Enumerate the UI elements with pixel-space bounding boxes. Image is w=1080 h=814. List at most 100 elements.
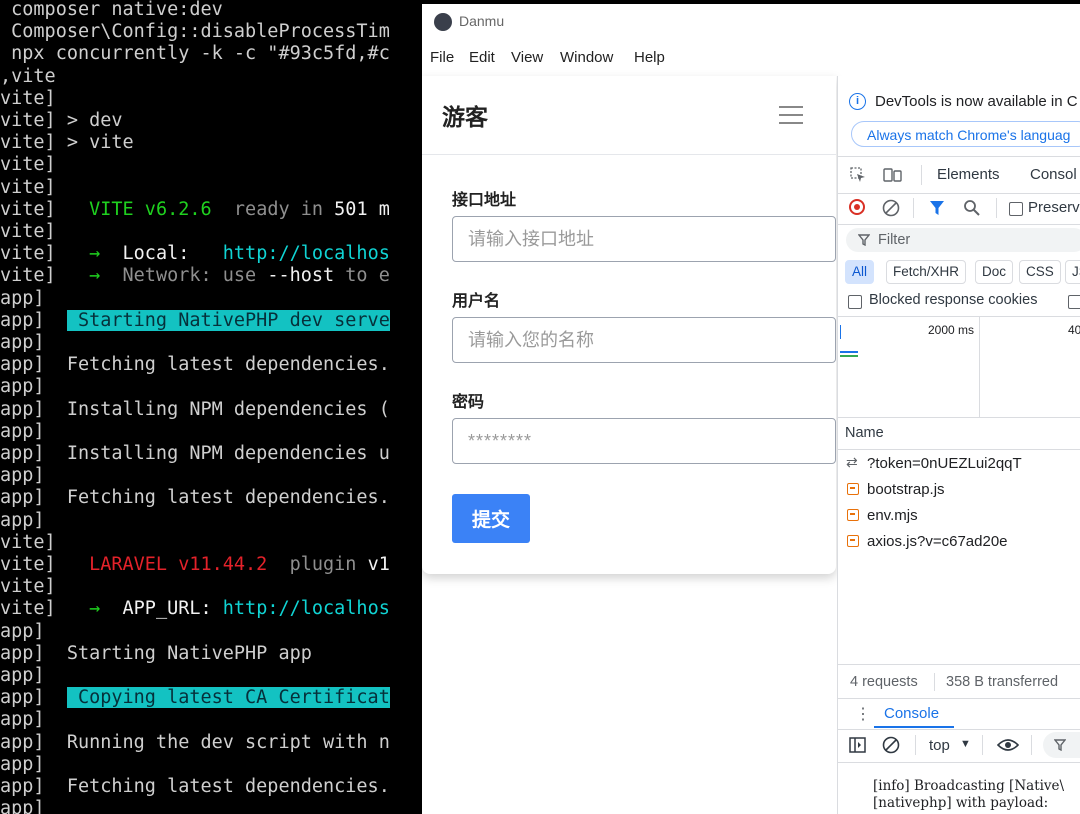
terminal-line: app] bbox=[0, 753, 45, 775]
tab-elements[interactable]: Elements bbox=[937, 166, 1000, 183]
terminal-line: vite] → Local: http://localhos bbox=[0, 243, 390, 265]
devtools-panel: i DevTools is now available in C Always … bbox=[837, 76, 1080, 814]
terminal-line: app] bbox=[0, 332, 45, 353]
terminal-line: app] Running the dev script with n bbox=[0, 731, 390, 753]
sidebar-toggle-icon[interactable] bbox=[849, 737, 866, 753]
terminal-line: vite] VITE v6.2.6 ready in 501 m bbox=[0, 198, 390, 220]
blocked-cookies-label: Blocked response cookies bbox=[869, 292, 1038, 308]
terminal-line: vite] > vite bbox=[0, 132, 134, 154]
filter-row: Filter bbox=[838, 224, 1080, 256]
eye-icon[interactable] bbox=[997, 738, 1019, 752]
timeline-marker bbox=[840, 325, 841, 339]
filter-icon bbox=[858, 234, 870, 246]
network-toolbar: Preserv bbox=[838, 192, 1080, 225]
tab-drawer-console[interactable]: Console bbox=[884, 705, 939, 722]
username-input[interactable] bbox=[452, 317, 836, 363]
app-logo-icon bbox=[434, 13, 452, 31]
terminal-line: app] Copying latest CA Certificat bbox=[0, 687, 390, 709]
terminal-line: app] Fetching latest dependencies. bbox=[0, 354, 390, 376]
terminal-line: app] Fetching latest dependencies. bbox=[0, 776, 390, 797]
terminal-line: npx concurrently -k -c "#93c5fd,#c bbox=[0, 43, 390, 65]
request-row[interactable]: env.mjs bbox=[838, 503, 1080, 529]
terminal-line: vite] bbox=[0, 576, 56, 598]
login-form-panel: 游客 接口地址 用户名 密码 提交 bbox=[422, 76, 836, 574]
request-row[interactable]: ⇄ ?token=0nUEZLui2qqT bbox=[838, 451, 1080, 477]
request-row[interactable]: bootstrap.js bbox=[838, 477, 1080, 503]
terminal-line: vite] > dev bbox=[0, 110, 123, 131]
context-selector[interactable]: top bbox=[929, 737, 950, 754]
hamburger-menu-icon[interactable] bbox=[779, 106, 803, 124]
transferred-size: 358 B transferred bbox=[946, 674, 1059, 690]
terminal-line: app] Installing NPM dependencies ( bbox=[0, 398, 390, 420]
terminal-line: app] Installing NPM dependencies u bbox=[0, 443, 390, 464]
menu-edit[interactable]: Edit bbox=[469, 49, 495, 66]
info-message: DevTools is now available in C bbox=[875, 93, 1078, 110]
drawer-menu-icon[interactable]: ⋮ bbox=[855, 704, 871, 724]
tab-console[interactable]: Consol bbox=[1030, 166, 1077, 183]
terminal-line: app] bbox=[0, 665, 45, 686]
always-match-language-button[interactable]: Always match Chrome's languag bbox=[851, 121, 1080, 147]
terminal-line: app] bbox=[0, 709, 45, 731]
info-icon: i bbox=[849, 93, 866, 110]
requests-table-header: Name bbox=[838, 417, 1080, 450]
filter-placeholder: Filter bbox=[878, 232, 911, 248]
request-name: bootstrap.js bbox=[867, 481, 945, 498]
clear-icon[interactable] bbox=[882, 199, 900, 217]
terminal-line: vite] LARAVEL v11.44.2 plugin v1 bbox=[0, 554, 390, 575]
filter-funnel-icon[interactable] bbox=[929, 200, 945, 216]
submit-button[interactable]: 提交 bbox=[452, 494, 530, 543]
type-filter-js[interactable]: JS bbox=[1065, 260, 1080, 284]
terminal-line: vite] bbox=[0, 154, 56, 176]
menu-file[interactable]: File bbox=[430, 49, 454, 66]
app-header: 游客 bbox=[422, 76, 836, 155]
terminal-window[interactable]: composer native:dev Composer\Config::dis… bbox=[0, 0, 424, 814]
extra-filter-checkbox[interactable] bbox=[1068, 295, 1080, 309]
terminal-line: Composer\Config::disableProcessTim bbox=[0, 21, 390, 43]
password-input[interactable] bbox=[452, 418, 836, 464]
request-row[interactable]: axios.js?v=c67ad20e bbox=[838, 529, 1080, 555]
devtools-info-bar: i DevTools is now available in C Always … bbox=[838, 76, 1080, 156]
request-count: 4 requests bbox=[850, 674, 918, 690]
terminal-line: app] bbox=[0, 465, 45, 487]
clear-console-icon[interactable] bbox=[882, 736, 900, 754]
menu-view[interactable]: View bbox=[511, 49, 543, 66]
type-filter-fetch-xhr[interactable]: Fetch/XHR bbox=[886, 260, 967, 284]
search-icon[interactable] bbox=[963, 199, 981, 217]
console-filter-input[interactable] bbox=[1043, 732, 1080, 758]
terminal-line: vite] → Network: use --host to e bbox=[0, 265, 390, 287]
terminal-line: vite] bbox=[0, 176, 56, 198]
network-status-bar: 4 requests 358 B transferred bbox=[838, 664, 1080, 699]
device-toolbar-icon[interactable] bbox=[883, 167, 903, 183]
chevron-down-icon[interactable]: ▼ bbox=[960, 738, 971, 750]
type-filter-doc[interactable]: Doc bbox=[975, 260, 1014, 284]
terminal-line: app] bbox=[0, 287, 45, 309]
console-message: [nativephp] with payload: bbox=[873, 795, 1049, 811]
type-filter-css[interactable]: CSS bbox=[1019, 260, 1061, 284]
terminal-line: vite] bbox=[0, 221, 56, 242]
menu-window[interactable]: Window bbox=[560, 49, 613, 66]
username-label: 用户名 bbox=[452, 293, 501, 310]
terminal-line: app] bbox=[0, 620, 45, 642]
name-column-header[interactable]: Name bbox=[845, 425, 884, 441]
preserve-log-checkbox[interactable] bbox=[1009, 202, 1023, 216]
record-icon[interactable] bbox=[849, 199, 865, 215]
request-type-filters: All Fetch/XHR Doc CSS JS bbox=[838, 256, 1080, 286]
terminal-line: app] bbox=[0, 798, 45, 814]
terminal-line: app] bbox=[0, 420, 45, 442]
blocked-cookies-checkbox[interactable] bbox=[848, 295, 862, 309]
type-filter-all[interactable]: All bbox=[845, 260, 875, 284]
network-timeline[interactable]: 2000 ms 40 bbox=[838, 316, 1080, 418]
menu-bar: File Edit View Window Help bbox=[422, 40, 1080, 76]
menu-help[interactable]: Help bbox=[634, 49, 665, 66]
filter-input[interactable]: Filter bbox=[846, 228, 1080, 252]
api-url-input[interactable] bbox=[452, 216, 836, 262]
timeline-tick: 2000 ms bbox=[928, 323, 975, 337]
blocked-cookies-row: Blocked response cookies bbox=[838, 288, 1080, 314]
inspect-element-icon[interactable] bbox=[850, 167, 866, 183]
password-label: 密码 bbox=[452, 394, 485, 411]
request-name: env.mjs bbox=[867, 507, 918, 524]
console-message: [info] Broadcasting [Native\ bbox=[873, 778, 1065, 794]
console-output: [info] Broadcasting [Native\ [nativephp]… bbox=[838, 774, 1080, 814]
terminal-line: vite] bbox=[0, 87, 56, 109]
title-bar: Danmu bbox=[422, 4, 1080, 40]
